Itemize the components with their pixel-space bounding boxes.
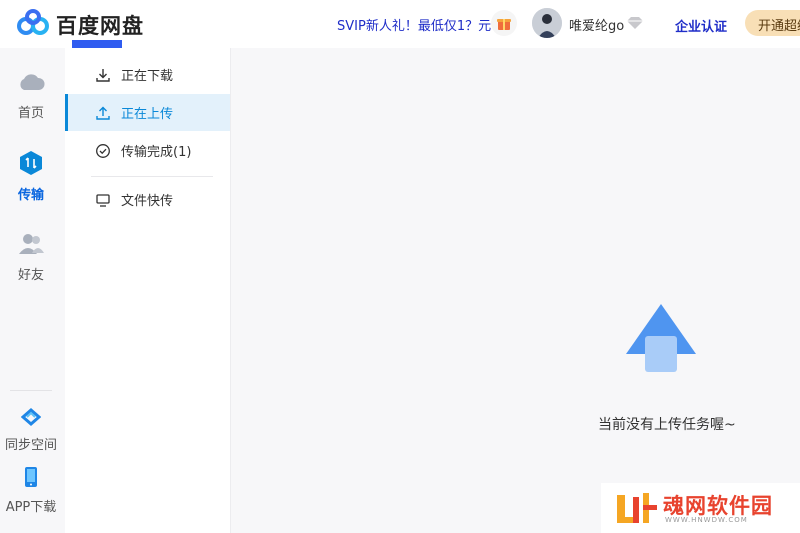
watermark-subtitle: WWW.HNWDW.COM [665,516,748,524]
upload-icon [95,105,111,121]
transfer-panel: 正在下载 正在上传 传输完成(1) 文件快传 [65,48,231,533]
menu-item-file-quick-transfer[interactable]: 文件快传 [65,181,230,218]
menu-item-label: 正在上传 [121,107,174,122]
phone-icon [23,467,39,492]
watermark-logo-icon [615,491,659,531]
app-logo[interactable]: 百度网盘 [16,9,144,41]
svip-promo-link[interactable]: SVIP新人礼！最低仅1？元 [337,15,491,34]
gift-icon[interactable] [491,10,517,36]
rail-item-label: 同步空间 [4,438,57,453]
menu-item-downloading[interactable]: 正在下载 [65,56,230,93]
app-name: 百度网盘 [56,14,144,38]
friends-icon [17,234,45,260]
menu-item-uploading[interactable]: 正在上传 [65,94,230,131]
cloud-icon [17,74,45,98]
empty-state-text: 当前没有上传任务喔~ [598,417,736,433]
menu-divider [91,176,213,177]
rail-item-app-download[interactable]: APP下载 [0,466,62,515]
rail-item-sync-space[interactable]: 同步空间 [0,408,62,453]
avatar[interactable] [532,8,562,38]
check-circle-icon [95,143,111,159]
left-rail: 首页 传输 好友 同步空间 APP下载 [0,48,65,533]
diamond-icon[interactable] [626,15,644,34]
menu-item-transfer-complete[interactable]: 传输完成(1) [65,132,230,169]
rail-item-label: 首页 [17,106,44,121]
enterprise-certification-link[interactable]: 企业认证 [675,16,727,35]
rail-item-label: 传输 [17,188,44,203]
download-icon [95,67,111,83]
menu-item-label: 文件快传 [121,194,174,209]
upload-arrow-icon [624,302,698,378]
top-header: 百度网盘 SVIP新人礼！最低仅1？元 唯爱纶go 企业认证 开通超级 [0,0,800,56]
watermark: 魂网软件园 WWW.HNWDW.COM [601,483,800,533]
rail-item-home[interactable]: 首页 [0,70,62,121]
menu-item-label: 正在下载 [121,69,174,84]
open-svip-button[interactable]: 开通超级 [745,10,800,36]
rail-item-friends[interactable]: 好友 [0,232,62,283]
rail-item-label: APP下载 [5,500,57,515]
rail-item-label: 好友 [17,268,44,283]
sync-icon [20,408,42,430]
rail-item-transfer[interactable]: 传输 [0,150,62,203]
baidu-netdisk-logo-icon [16,9,50,41]
rail-divider [10,390,52,391]
monitor-icon [95,192,111,208]
main-content: 当前没有上传任务喔~ [231,48,800,533]
menu-item-label: 传输完成(1) [121,145,192,160]
transfer-icon [18,151,44,180]
username[interactable]: 唯爱纶go [569,15,624,34]
